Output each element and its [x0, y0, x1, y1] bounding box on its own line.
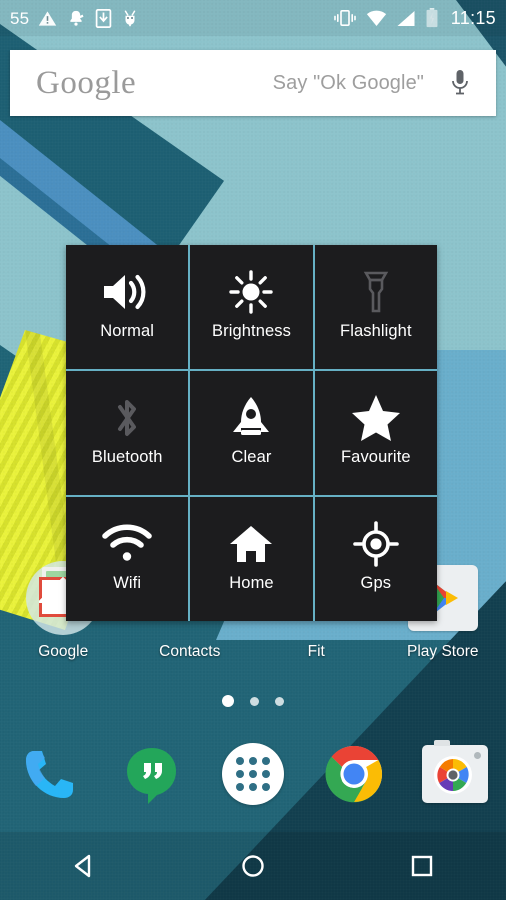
toggle-tile-favourite[interactable]: Favourite [314, 371, 437, 495]
toggle-tile-label: Wifi [113, 573, 142, 592]
toggle-tile-clear[interactable]: Clear [190, 371, 313, 495]
camera-icon [422, 740, 489, 803]
app-label: Contacts [159, 643, 221, 660]
hangouts-icon [126, 748, 176, 804]
nav-back-button[interactable] [0, 832, 169, 900]
status-bar: 55 11:15 [0, 0, 506, 36]
back-triangle-icon [75, 854, 91, 878]
toggle-tile-label: Home [229, 573, 274, 592]
dock-item-camera[interactable] [405, 740, 506, 803]
toggle-tile-label: Flashlight [340, 321, 412, 340]
android-bug-icon [125, 10, 136, 27]
battery-percent-text: 55 [10, 8, 30, 28]
dock-item-phone[interactable] [0, 743, 101, 805]
page-dot[interactable] [275, 696, 284, 706]
toggle-tile-label: Clear [231, 447, 272, 466]
gps-crosshair-icon [353, 515, 399, 573]
toggle-tile-bluetooth[interactable]: Bluetooth [66, 371, 189, 495]
download-icon [96, 8, 112, 28]
phone-icon [25, 751, 73, 798]
page-indicator [0, 695, 506, 707]
wifi-icon [366, 10, 386, 26]
wifi-icon [101, 515, 153, 573]
quick-toggle-panel: Normal Brightness Flashlight Bluetooth C… [66, 245, 437, 621]
vibrate-icon [333, 10, 356, 26]
toggle-tile-brightness[interactable]: Brightness [190, 245, 313, 369]
microphone-icon[interactable] [450, 68, 470, 98]
toggle-tile-home[interactable]: Home [190, 497, 313, 621]
toggle-tile-flashlight[interactable]: Flashlight [314, 245, 437, 369]
flashlight-icon [359, 263, 393, 321]
toggle-tile-label: Favourite [340, 447, 411, 466]
home-icon [228, 515, 274, 573]
cell-signal-icon [397, 10, 415, 26]
star-icon [350, 389, 402, 447]
chrome-icon [325, 745, 383, 803]
toggle-tile-label: Bluetooth [91, 447, 163, 466]
google-logo: Google [36, 64, 137, 101]
home-circle-icon [242, 855, 264, 877]
warning-triangle-icon [39, 10, 57, 26]
google-search-bar[interactable]: Google Say "Ok Google" [10, 50, 496, 116]
battery-charging-icon [426, 8, 438, 28]
android-home-screen: 55 11:15 Google Say "Ok Google" Google C… [0, 0, 506, 900]
recents-square-icon [411, 855, 432, 877]
toggle-tile-gps[interactable]: Gps [314, 497, 437, 621]
status-bar-left: 55 [10, 0, 139, 36]
app-drawer-icon [222, 743, 284, 805]
dock-item-app-drawer[interactable] [202, 743, 303, 805]
brightness-sun-icon [228, 263, 274, 321]
volume-up-icon [100, 263, 154, 321]
status-bar-clock: 11:15 [450, 8, 496, 28]
toggle-tile-normal[interactable]: Normal [66, 245, 189, 369]
nav-recents-button[interactable] [337, 832, 506, 900]
dock-item-hangouts[interactable] [101, 743, 202, 805]
rocket-icon [230, 389, 272, 447]
dock [0, 728, 506, 820]
toggle-tile-label: Brightness [212, 321, 291, 340]
page-dot[interactable] [250, 696, 259, 706]
search-hint-text: Say "Ok Google" [272, 71, 424, 94]
notification-bell-icon [70, 10, 84, 26]
app-label: Fit [307, 643, 325, 660]
toggle-tile-label: Normal [100, 321, 155, 340]
page-dot-active[interactable] [222, 695, 234, 707]
app-label: Google [38, 643, 89, 660]
dock-item-chrome[interactable] [304, 742, 405, 806]
app-label: Play Store [406, 643, 479, 660]
toggle-tile-wifi[interactable]: Wifi [66, 497, 189, 621]
navigation-bar [0, 832, 506, 900]
status-bar-right: 11:15 [333, 0, 496, 36]
toggle-tile-label: Gps [360, 573, 392, 592]
bluetooth-icon [110, 389, 144, 447]
nav-home-button[interactable] [169, 832, 338, 900]
